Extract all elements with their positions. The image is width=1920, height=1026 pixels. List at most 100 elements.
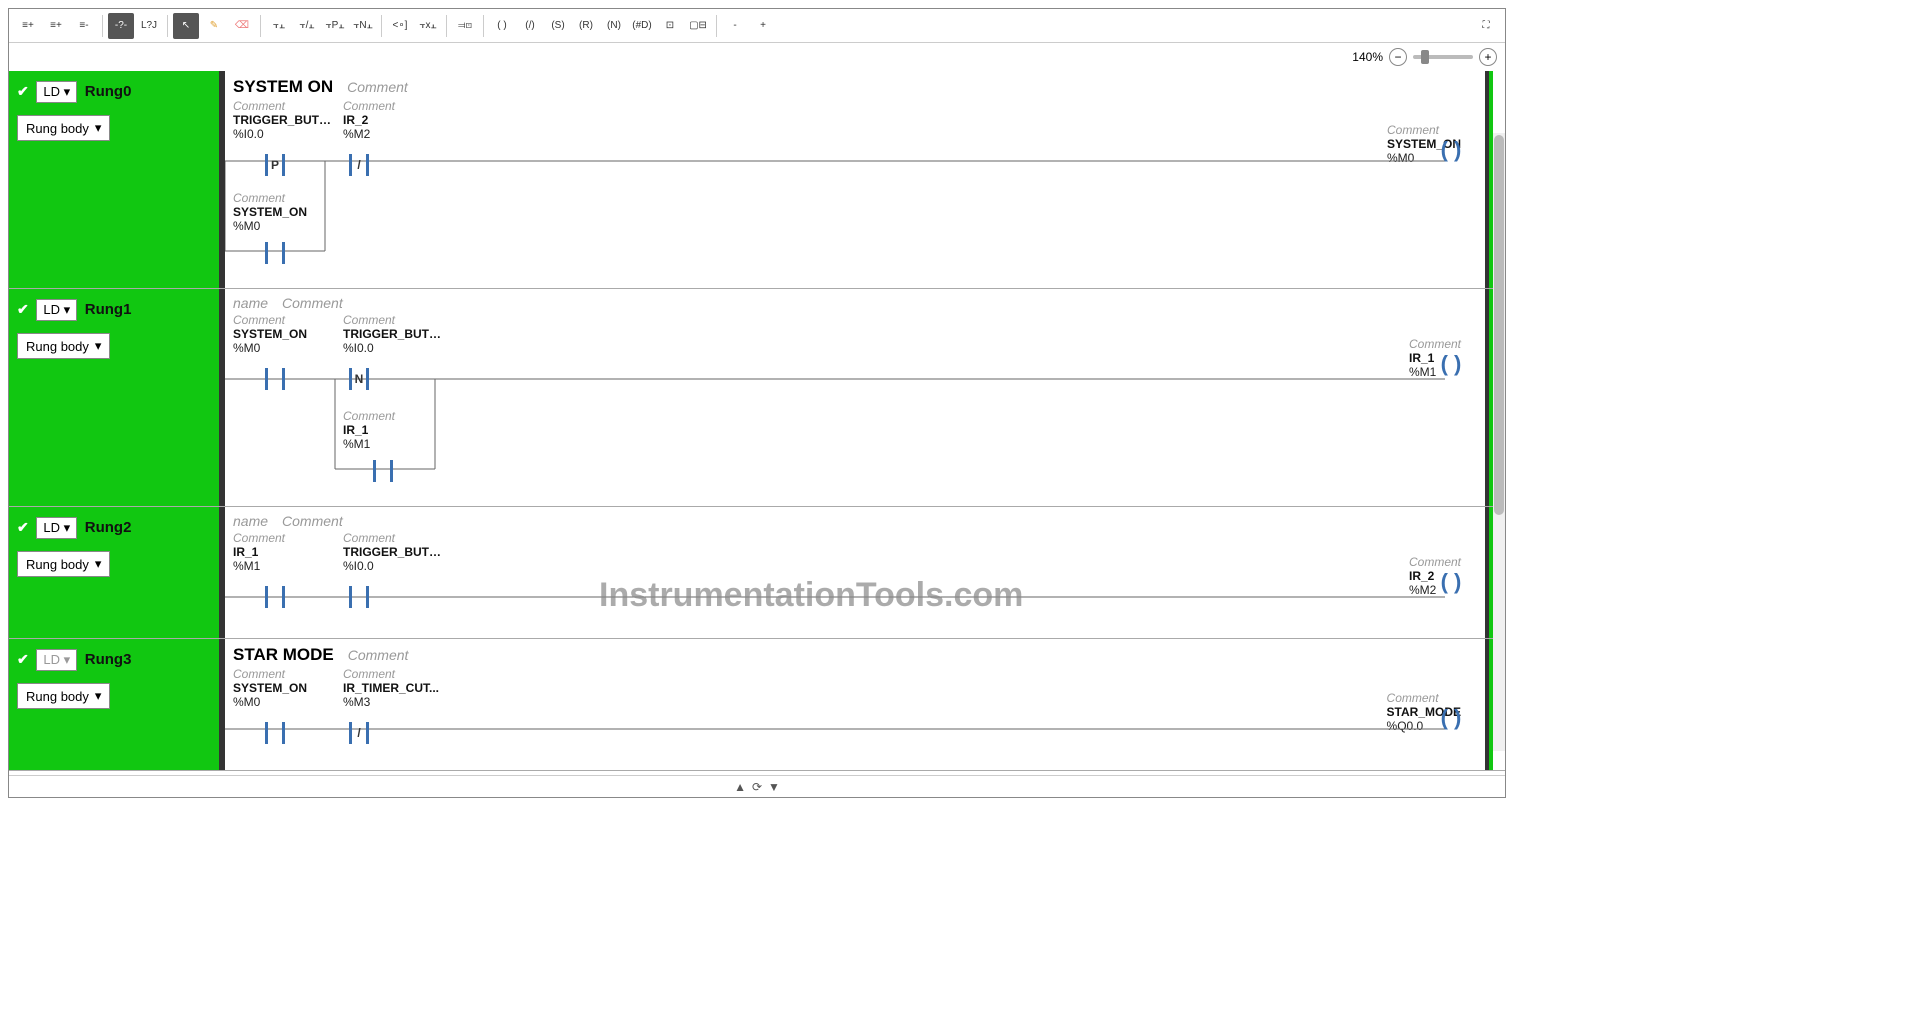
contact-name[interactable]: SYSTEM_ON [233,681,307,695]
p-contact-button[interactable]: ⫟P⫠ [322,13,348,39]
rung-name[interactable]: Rung0 [85,83,132,100]
zoom-out-button[interactable]: − [1389,48,1407,66]
coil-reset-button[interactable]: (R) [573,13,599,39]
rung-name[interactable]: Rung2 [85,519,132,536]
language-select[interactable]: LD ▾ [36,299,77,321]
rung-comment[interactable]: Comment [348,647,409,663]
rung-title[interactable]: SYSTEM ON [233,77,333,97]
rung-body-select[interactable]: Rung body ▾ [17,683,110,709]
contact-name[interactable]: IR_TIMER_CUT... [343,681,439,695]
pointer-tool-button[interactable]: ↖ [173,13,199,39]
coil-set-button[interactable]: (S) [545,13,571,39]
language-select[interactable]: LD ▾ [36,517,77,539]
language-select[interactable]: LD ▾ [36,81,77,103]
contact-nc[interactable]: / [345,149,373,181]
rung-comment[interactable]: Comment [282,513,343,529]
coil-comment[interactable]: Comment [1409,555,1461,569]
contact-name[interactable]: TRIGGER_BUTT... [343,327,443,341]
rung-name-ph[interactable]: name [233,513,268,529]
coil-d-button[interactable]: (#D) [629,13,655,39]
coil[interactable]: ( ) [1437,707,1465,729]
coil-n-button[interactable]: (N) [601,13,627,39]
contact-nc[interactable]: / [345,717,373,749]
contact-comment[interactable]: Comment [343,313,443,327]
rung-title[interactable]: STAR MODE [233,645,334,665]
coil-comment[interactable]: Comment [1387,691,1461,705]
contact-name[interactable]: TRIGGER_BUTT... [233,113,333,127]
toolbar: ≡+ ≡+ ≡- -?- L?J ↖ ✎ ⌫ ⫟⫠ ⫟/⫠ ⫟P⫠ ⫟N⫠ <∘… [9,9,1505,43]
contact-comment[interactable]: Comment [343,667,439,681]
function-block-button[interactable]: ▢⊟ [685,13,711,39]
operate-block-button[interactable]: ⊡ [657,13,683,39]
rung-body-select[interactable]: Rung body ▾ [17,115,110,141]
contact-comment[interactable]: Comment [343,99,395,113]
rung-canvas[interactable]: SYSTEM ON Comment Comment TRIGGER_BUTT..… [219,71,1505,288]
compare-block-button[interactable]: <∘] [387,13,413,39]
coil-comment[interactable]: Comment [1387,123,1461,137]
contact-name[interactable]: SYSTEM_ON [233,327,307,341]
rung-comment[interactable]: Comment [347,79,408,95]
nc-contact-button[interactable]: ⫟/⫠ [294,13,320,39]
rung-canvas[interactable]: STAR MODE Comment Comment SYSTEM_ON %M0 … [219,639,1505,770]
contact-address: %M1 [343,437,395,451]
contact-comment[interactable]: Comment [233,191,307,205]
ladder-editor[interactable]: InstrumentationTools.com ✔ LD ▾ Rung0 Ru… [9,71,1505,775]
coil-neg-button[interactable]: (/) [517,13,543,39]
wide-contact-button[interactable]: ⫟x⫠ [415,13,441,39]
scrollbar-thumb[interactable] [1494,135,1504,515]
insert-rung-after-button[interactable]: ≡+ [43,13,69,39]
rung-body-select[interactable]: Rung body ▾ [17,551,110,577]
rung-body-select[interactable]: Rung body ▾ [17,333,110,359]
draw-tool-button[interactable]: ✎ [201,13,227,39]
rung-name[interactable]: Rung1 [85,301,132,318]
vertical-scrollbar[interactable] [1493,133,1505,751]
contact-name[interactable]: IR_2 [343,113,395,127]
zoom-slider[interactable] [1413,55,1473,59]
fullscreen-button[interactable]: ⛶ [1473,13,1499,39]
refresh-icon[interactable]: ⟳ [752,780,762,794]
language-select[interactable]: LD ▾ [36,649,77,671]
delete-rung-button[interactable]: ≡- [71,13,97,39]
coil[interactable]: ( ) [1437,353,1465,375]
contact-name[interactable]: IR_1 [233,545,285,559]
insert-rung-before-button[interactable]: ≡+ [15,13,41,39]
zoom-out-toolbar-button[interactable]: - [722,13,748,39]
zoom-in-toolbar-button[interactable]: + [750,13,776,39]
erase-tool-button[interactable]: ⌫ [229,13,255,39]
branch-button[interactable]: ⫤⊡ [452,13,478,39]
redo-button[interactable]: L?J [136,13,162,39]
slider-thumb[interactable] [1421,50,1429,64]
contact-comment[interactable]: Comment [233,667,307,681]
contact-comment[interactable]: Comment [233,531,285,545]
rung-comment[interactable]: Comment [282,295,343,311]
contact-name[interactable]: SYSTEM_ON [233,205,307,219]
contact-comment[interactable]: Comment [233,313,307,327]
contact-n[interactable]: N [345,363,373,395]
contact-p[interactable]: P [261,149,289,181]
contact-no[interactable] [261,581,289,613]
n-contact-button[interactable]: ⫟N⫠ [350,13,376,39]
contact-no[interactable] [369,455,397,487]
coil[interactable]: ( ) [1437,139,1465,161]
coil-button[interactable]: ( ) [489,13,515,39]
contact-name[interactable]: TRIGGER_BUTT... [343,545,443,559]
rung-canvas[interactable]: name Comment Comment SYSTEM_ON %M0 Comme… [219,289,1505,506]
contact-no[interactable] [261,363,289,395]
contact-no[interactable] [261,717,289,749]
collapse-down-icon[interactable]: ▼ [768,780,780,794]
coil-comment[interactable]: Comment [1409,337,1461,351]
contact-comment[interactable]: Comment [343,531,443,545]
no-contact-button[interactable]: ⫟⫠ [266,13,292,39]
rung-name-ph[interactable]: name [233,295,268,311]
contact-comment[interactable]: Comment [233,99,333,113]
contact-name[interactable]: IR_1 [343,423,395,437]
contact-comment[interactable]: Comment [343,409,395,423]
contact-no[interactable] [261,237,289,269]
zoom-in-button[interactable]: + [1479,48,1497,66]
coil[interactable]: ( ) [1437,571,1465,593]
undo-button[interactable]: -?- [108,13,134,39]
contact-no[interactable] [345,581,373,613]
rung-canvas[interactable]: name Comment Comment IR_1 %M1 Comment TR… [219,507,1505,638]
collapse-up-icon[interactable]: ▲ [734,780,746,794]
rung-name[interactable]: Rung3 [85,651,132,668]
